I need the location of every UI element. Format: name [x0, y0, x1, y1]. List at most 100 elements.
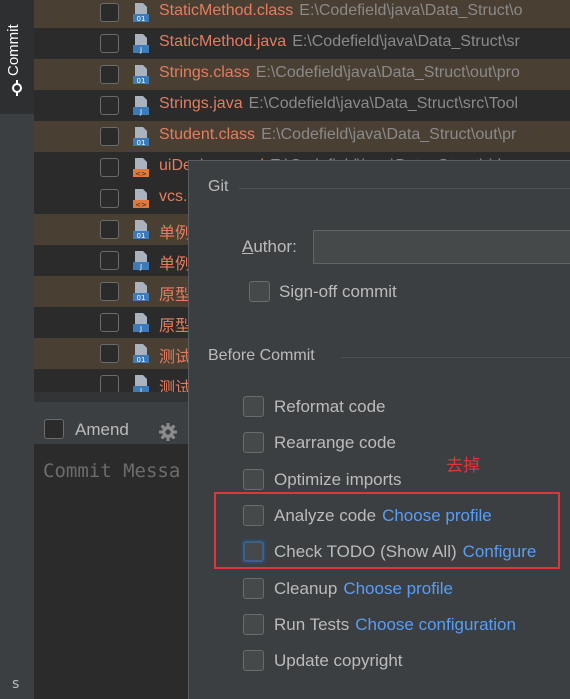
before-commit-option[interactable]: Reformat code [274, 397, 386, 417]
file-name-text: vcs. [159, 188, 188, 205]
file-name-text: Strings.java [159, 95, 243, 112]
file-name: 测试 [159, 374, 191, 392]
signoff-label[interactable]: Sign-off commit [279, 282, 397, 302]
before-commit-option-checkbox[interactable] [243, 432, 264, 454]
file-path: E:\Codefield\java\Data_Struct\src\Tool [248, 95, 519, 112]
java-file-icon: J [133, 34, 149, 54]
file-name-text: StaticMethod.class [159, 2, 294, 19]
file-name-text: Student.class [159, 126, 256, 143]
svg-text:01: 01 [137, 294, 146, 302]
author-label: Author: [242, 237, 297, 256]
file-name: 单例 [159, 250, 191, 274]
file-checkbox[interactable] [100, 127, 119, 146]
file-checkbox[interactable] [100, 313, 119, 332]
commit-message-area: Amend Commit Messa [34, 392, 194, 699]
git-section-divider [239, 188, 570, 189]
before-commit-option[interactable]: Cleanup Choose profile [274, 579, 453, 599]
file-name: vcs. [159, 188, 187, 206]
commit-message-input[interactable]: Commit Messa [43, 460, 180, 482]
file-name: 测试 [159, 343, 191, 367]
file-checkbox[interactable] [100, 344, 119, 363]
svg-text:01: 01 [137, 77, 146, 85]
file-checkbox[interactable] [100, 282, 119, 301]
option-label: Reformat code [274, 397, 386, 416]
file-name-text: 测试 [159, 349, 192, 366]
svg-text:<>: <> [135, 201, 147, 209]
file-row[interactable]: J Strings.java E:\Codefield\java\Data_Stru… [34, 90, 570, 121]
option-label: Optimize imports [274, 469, 402, 489]
svg-text:J: J [139, 46, 142, 54]
before-commit-divider [341, 357, 570, 358]
before-commit-option-checkbox[interactable] [243, 468, 264, 490]
option-link[interactable]: Choose configuration [355, 615, 516, 634]
java-file-icon: J [133, 375, 149, 392]
file-checkbox[interactable] [100, 3, 119, 22]
svg-text:01: 01 [137, 232, 146, 240]
before-commit-section-title: Before Commit [208, 347, 315, 364]
before-commit-option[interactable]: Optimize imports [274, 470, 402, 490]
file-checkbox[interactable] [100, 189, 119, 208]
commit-tab-label: Commit [5, 24, 22, 76]
xml-file-icon: <> [133, 158, 149, 178]
class-file-icon: 01 [133, 282, 149, 302]
file-name-text: 原型 [159, 287, 192, 304]
before-commit-option-checkbox[interactable] [243, 396, 264, 417]
svg-text:J: J [139, 108, 142, 116]
before-commit-option[interactable]: Rearrange code [274, 433, 396, 453]
sidebar-bottom-label[interactable]: s [12, 676, 19, 692]
file-checkbox[interactable] [100, 65, 119, 84]
file-path: E:\Codefield\java\Data_Struct\out\pro [255, 64, 520, 81]
svg-text:01: 01 [137, 139, 146, 147]
before-commit-option-checkbox[interactable] [243, 613, 264, 635]
svg-text:J: J [139, 263, 142, 271]
commit-tool-tab[interactable]: Commit [0, 0, 34, 114]
java-file-icon: J [133, 251, 149, 271]
file-checkbox[interactable] [100, 375, 119, 392]
option-label: Cleanup [274, 578, 338, 598]
before-commit-option[interactable]: Run Tests Choose configuration [274, 615, 516, 635]
git-section-title: Git [208, 178, 229, 195]
file-checkbox[interactable] [100, 96, 119, 115]
java-file-icon: J [133, 313, 149, 333]
file-name-text: 测试 [159, 380, 192, 392]
before-commit-option[interactable]: Update copyright [274, 651, 403, 671]
file-row[interactable]: 01 StaticMethod.class E:\Codefield\java\Da… [34, 0, 570, 28]
file-checkbox[interactable] [100, 158, 119, 177]
file-checkbox[interactable] [100, 251, 119, 270]
class-file-icon: 01 [133, 3, 149, 23]
highlight-box [214, 492, 560, 569]
signoff-checkbox[interactable] [249, 281, 270, 302]
before-commit-option-checkbox[interactable] [243, 577, 264, 599]
svg-text:01: 01 [137, 15, 146, 23]
class-file-icon: 01 [133, 127, 149, 147]
file-path: E:\Codefield\java\Data_Struct\o [299, 2, 523, 19]
option-link[interactable]: Choose profile [343, 579, 453, 598]
file-name: 单例 [159, 219, 191, 243]
file-row[interactable]: 01 Strings.class E:\Codefield\java\Data_St… [34, 59, 570, 90]
file-name: 原型 [159, 312, 191, 336]
author-input[interactable] [313, 230, 570, 264]
java-file-icon: J [133, 96, 149, 116]
file-row[interactable]: 01 Student.class E:\Codefield\java\Data_St… [34, 121, 570, 152]
xml-file-icon: <> [133, 189, 149, 209]
class-file-icon: 01 [133, 65, 149, 85]
option-label: Rearrange code [274, 433, 396, 453]
gear-icon[interactable] [158, 422, 178, 442]
file-name-text: Strings.class [159, 64, 250, 81]
option-label: Update copyright [274, 651, 403, 671]
file-row[interactable]: J StaticMethod.java E:\Codefield\java\Data… [34, 28, 570, 59]
file-name: StaticMethod.class E:\Codefield\java\Data… [159, 2, 523, 20]
file-path: E:\Codefield\java\Data_Struct\sr [292, 33, 520, 50]
svg-text:J: J [139, 325, 142, 333]
file-checkbox[interactable] [100, 34, 119, 53]
svg-text:01: 01 [137, 356, 146, 364]
file-name-text: 单例 [159, 256, 192, 273]
file-path: E:\Codefield\java\Data_Struct\out\pr [261, 126, 517, 143]
commit-icon [12, 80, 22, 96]
amend-label[interactable]: Amend [75, 420, 129, 440]
amend-toolbar: Amend [34, 392, 194, 444]
file-checkbox[interactable] [100, 220, 119, 239]
before-commit-option-checkbox[interactable] [243, 650, 264, 672]
amend-checkbox[interactable] [44, 419, 64, 439]
file-name: Strings.class E:\Codefield\java\Data_Stru… [159, 64, 520, 82]
